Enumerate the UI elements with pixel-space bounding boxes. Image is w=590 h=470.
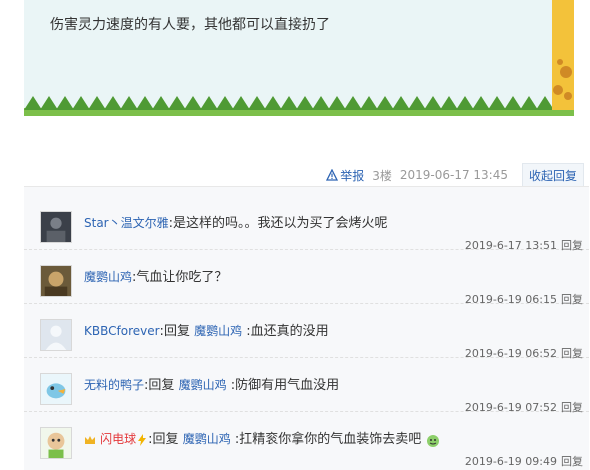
- avatar[interactable]: [40, 319, 72, 351]
- report-label: 举报: [340, 168, 365, 183]
- username-link[interactable]: KBBCforever: [84, 324, 160, 338]
- reply-text: 是这样的吗。。我还以为买了会烤火呢: [173, 216, 388, 231]
- reply-time: 2019-6-19 09:49: [464, 455, 557, 468]
- giraffe-decoration: [552, 0, 574, 110]
- avatar[interactable]: [40, 373, 72, 405]
- warning-icon: [326, 169, 339, 181]
- reply-keyword: 回复: [163, 324, 190, 339]
- collapse-replies-button[interactable]: 收起回复: [521, 163, 584, 187]
- reply-target-link[interactable]: 魔鹦山鸡: [183, 432, 231, 446]
- list-item: 无料的鸭子:回复 魔鹦山鸡 :防御有用气血没用 2019-6-19 07:52 回…: [24, 357, 589, 414]
- reply-content: Star丶温文尔雅:是这样的吗。。我还以为买了会烤火呢: [84, 212, 388, 231]
- reply-keyword: 回复: [152, 432, 179, 447]
- reply-target-link[interactable]: 魔鹦山鸡: [194, 324, 242, 338]
- lightning-icon: [138, 433, 147, 446]
- post-content-card: 伤害灵力速度的有人要，其他都可以直接扔了: [24, 0, 574, 116]
- crown-icon: [85, 435, 95, 444]
- grass-decoration: [24, 96, 574, 116]
- reply-target-link[interactable]: 魔鹦山鸡: [179, 378, 227, 392]
- avatar[interactable]: [40, 211, 72, 243]
- floor-meta-row: 举报 3楼 2019-06-17 13:45 收起回复: [326, 163, 584, 187]
- post-date: 2019-06-17 13:45: [399, 168, 508, 182]
- reply-keyword: 回复: [148, 378, 175, 393]
- reply-content: KBBCforever:回复 魔鹦山鸡 :血还真的没用: [84, 320, 329, 339]
- reply-list: Star丶温文尔雅:是这样的吗。。我还以为买了会烤火呢 2019-6-17 13…: [24, 186, 589, 470]
- reply-text: 气血让你吃了？: [136, 270, 228, 285]
- post-text: 伤害灵力速度的有人要，其他都可以直接扔了: [50, 17, 330, 33]
- report-link[interactable]: 举报: [326, 167, 364, 184]
- username-link[interactable]: 闪电球: [100, 432, 136, 446]
- reply-meta: 2019-6-19 09:49 回复: [465, 453, 583, 469]
- list-item: 闪电球:回复 魔鹦山鸡 :扛精衮你拿你的气血装饰去卖吧 2019-6-19 09…: [24, 411, 589, 468]
- reply-text: :扛精衮你拿你的气血装饰去卖吧: [234, 432, 422, 447]
- list-item: 魔鹦山鸡:气血让你吃了？ 2019-6-19 06:15 回复: [24, 249, 589, 306]
- avatar[interactable]: [40, 265, 72, 297]
- reply-content: 闪电球:回复 魔鹦山鸡 :扛精衮你拿你的气血装饰去卖吧: [84, 428, 441, 448]
- reply-content: 无料的鸭子:回复 魔鹦山鸡 :防御有用气血没用: [84, 374, 339, 393]
- list-item: KBBCforever:回复 魔鹦山鸡 :血还真的没用 2019-6-19 06…: [24, 303, 589, 360]
- username-link[interactable]: 无料的鸭子: [84, 378, 144, 392]
- emoji-icon: [427, 434, 440, 447]
- reply-button[interactable]: 回复: [561, 455, 583, 468]
- floor-number: 3楼: [372, 168, 392, 183]
- reply-content: 魔鹦山鸡:气血让你吃了？: [84, 266, 227, 285]
- avatar[interactable]: [40, 427, 72, 459]
- list-item: Star丶温文尔雅:是这样的吗。。我还以为买了会烤火呢 2019-6-17 13…: [24, 195, 589, 252]
- reply-text: :防御有用气血没用: [230, 378, 340, 393]
- reply-text: :血还真的没用: [246, 324, 329, 339]
- username-link[interactable]: Star丶温文尔雅: [84, 216, 169, 230]
- username-link[interactable]: 魔鹦山鸡: [84, 270, 132, 284]
